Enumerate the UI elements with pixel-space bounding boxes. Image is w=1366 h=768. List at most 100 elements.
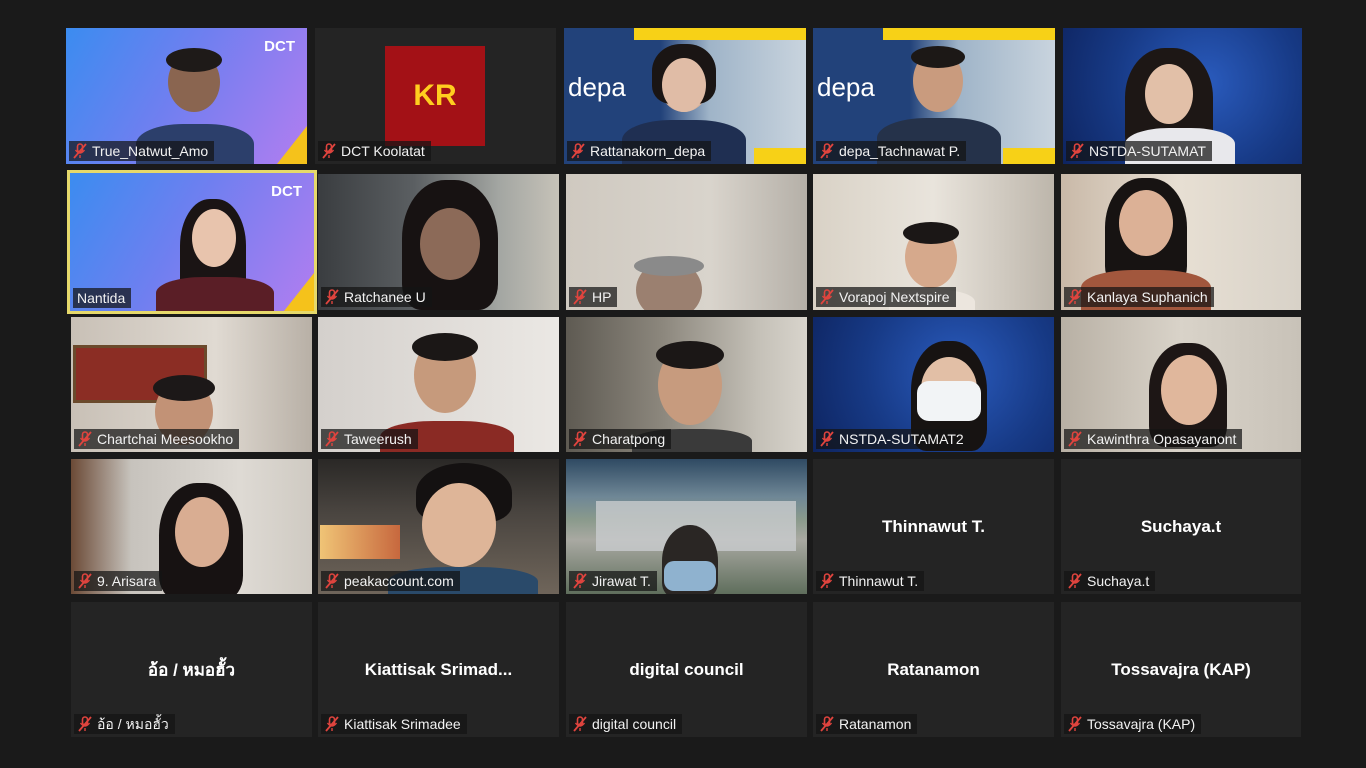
video-tile[interactable]: Charatpong (566, 317, 807, 452)
video-tile[interactable]: digital council digital council (566, 602, 807, 737)
muted-mic-icon (78, 431, 92, 447)
muted-mic-icon (1070, 143, 1084, 159)
video-tile[interactable]: Thinnawut T. Thinnawut T. (813, 459, 1054, 594)
participant-nameplate: peakaccount.com (321, 571, 460, 591)
participant-name: Ratanamon (839, 716, 912, 732)
participant-hair (903, 222, 959, 244)
participant-name: True_Natwut_Amo (92, 143, 209, 159)
dct-logo: DCT (264, 38, 295, 55)
muted-mic-icon (1068, 289, 1082, 305)
participant-name: digital council (592, 716, 677, 732)
video-grid: DCT True_Natwut_Amo KR DCT Koolatat depa… (0, 0, 1366, 768)
video-tile[interactable]: DCT True_Natwut_Amo (66, 28, 307, 164)
participant-nameplate: Rattanakorn_depa (567, 141, 712, 161)
muted-mic-icon (1068, 573, 1082, 589)
participant-hair (656, 341, 724, 369)
participant-face (422, 483, 496, 567)
video-tile[interactable]: depa depa_Tachnawat P. (813, 28, 1055, 164)
video-tile[interactable]: NSTDA-SUTAMAT2 (813, 317, 1054, 452)
video-tile[interactable]: Jirawat T. (566, 459, 807, 594)
company-logo: KR (385, 46, 485, 146)
background-accent (284, 273, 314, 311)
participant-hair (634, 256, 704, 276)
video-tile[interactable]: Kiattisak Srimad... Kiattisak Srimadee (318, 602, 559, 737)
muted-mic-icon (573, 716, 587, 732)
participant-display-name: อ้อ / หมอฮั้ว (147, 660, 236, 679)
participant-name: Kawinthra Opasayanont (1087, 431, 1237, 447)
participant-face (1119, 190, 1173, 256)
participant-nameplate: Tossavajra (KAP) (1064, 714, 1202, 734)
muted-mic-icon (1068, 431, 1082, 447)
video-tile[interactable]: Kawinthra Opasayanont (1061, 317, 1301, 452)
participant-nameplate: DCT Koolatat (318, 141, 431, 161)
video-tile[interactable]: NSTDA-SUTAMAT (1063, 28, 1302, 164)
participant-display-name: Kiattisak Srimad... (364, 659, 513, 679)
video-tile-active-speaker[interactable]: DCT Nantida (67, 170, 317, 314)
participant-display-name: Ratanamon (887, 659, 980, 679)
video-tile[interactable]: Ratchanee U (318, 174, 559, 310)
participant-nameplate: Vorapoj Nextspire (816, 287, 956, 307)
participant-name: DCT Koolatat (341, 143, 425, 159)
video-tile[interactable]: Kanlaya Suphanich (1061, 174, 1301, 310)
participant-nameplate: Chartchai Meesookho (74, 429, 240, 449)
participant-name: Kiattisak Srimadee (344, 716, 461, 732)
participant-nameplate: depa_Tachnawat P. (816, 141, 967, 161)
participant-face (1145, 64, 1193, 124)
participant-nameplate: Kiattisak Srimadee (321, 714, 467, 734)
participant-face (175, 497, 229, 567)
participant-name: NSTDA-SUTAMAT2 (839, 431, 964, 447)
muted-mic-icon (573, 289, 587, 305)
video-tile[interactable]: Tossavajra (KAP) Tossavajra (KAP) (1061, 602, 1301, 737)
participant-nameplate: Nantida (73, 288, 132, 308)
muted-mic-icon (573, 573, 587, 589)
participant-nameplate: อ้อ / หมอฮั้ว (74, 714, 175, 734)
participant-name: Taweerush (344, 431, 412, 447)
muted-mic-icon (78, 716, 92, 732)
participant-nameplate: True_Natwut_Amo (69, 141, 215, 161)
video-tile[interactable]: Taweerush (318, 317, 559, 452)
muted-mic-icon (322, 143, 336, 159)
background-accent (277, 126, 307, 164)
participant-nameplate: Jirawat T. (569, 571, 657, 591)
muted-mic-icon (325, 431, 339, 447)
participant-body (156, 277, 274, 311)
participant-nameplate: Kanlaya Suphanich (1064, 287, 1214, 307)
participant-display-name: Suchaya.t (1140, 516, 1222, 536)
participant-name: Suchaya.t (1087, 573, 1150, 589)
video-tile[interactable]: depa Rattanakorn_depa (564, 28, 806, 164)
participant-name: Kanlaya Suphanich (1087, 289, 1208, 305)
muted-mic-icon (820, 289, 834, 305)
muted-mic-icon (73, 143, 87, 159)
video-tile[interactable]: HP (566, 174, 807, 310)
participant-hair (911, 46, 965, 68)
participant-name: Nantida (77, 290, 126, 306)
video-tile[interactable]: อ้อ / หมอฮั้ว อ้อ / หมอฮั้ว (71, 602, 312, 737)
participant-nameplate: Suchaya.t (1064, 571, 1156, 591)
participant-display-name: Thinnawut T. (882, 516, 985, 536)
muted-mic-icon (325, 716, 339, 732)
video-tile[interactable]: Chartchai Meesookho (71, 317, 312, 452)
video-tile[interactable]: peakaccount.com (318, 459, 559, 594)
participant-hair (412, 333, 478, 361)
video-tile[interactable]: Vorapoj Nextspire (813, 174, 1054, 310)
muted-mic-icon (820, 143, 834, 159)
video-tile[interactable]: 9. Arisara (71, 459, 312, 594)
participant-nameplate: Charatpong (569, 429, 672, 449)
muted-mic-icon (1068, 716, 1082, 732)
participant-nameplate: Kawinthra Opasayanont (1064, 429, 1243, 449)
background-accent (634, 28, 806, 40)
participant-name: Tossavajra (KAP) (1087, 716, 1196, 732)
participant-nameplate: digital council (569, 714, 683, 734)
video-tile[interactable]: KR DCT Koolatat (315, 28, 556, 164)
video-tile[interactable]: Ratanamon Ratanamon (813, 602, 1054, 737)
depa-logo: depa (817, 72, 875, 102)
participant-display-name: digital council (629, 659, 744, 679)
participant-name: 9. Arisara (97, 573, 157, 589)
participant-name: NSTDA-SUTAMAT (1089, 143, 1206, 159)
participant-display-name: Tossavajra (KAP) (1111, 659, 1251, 679)
participant-name: Charatpong (592, 431, 666, 447)
video-tile[interactable]: Suchaya.t Suchaya.t (1061, 459, 1301, 594)
participant-name: Thinnawut T. (839, 573, 919, 589)
dct-logo: DCT (271, 183, 302, 200)
participant-nameplate: 9. Arisara (74, 571, 163, 591)
